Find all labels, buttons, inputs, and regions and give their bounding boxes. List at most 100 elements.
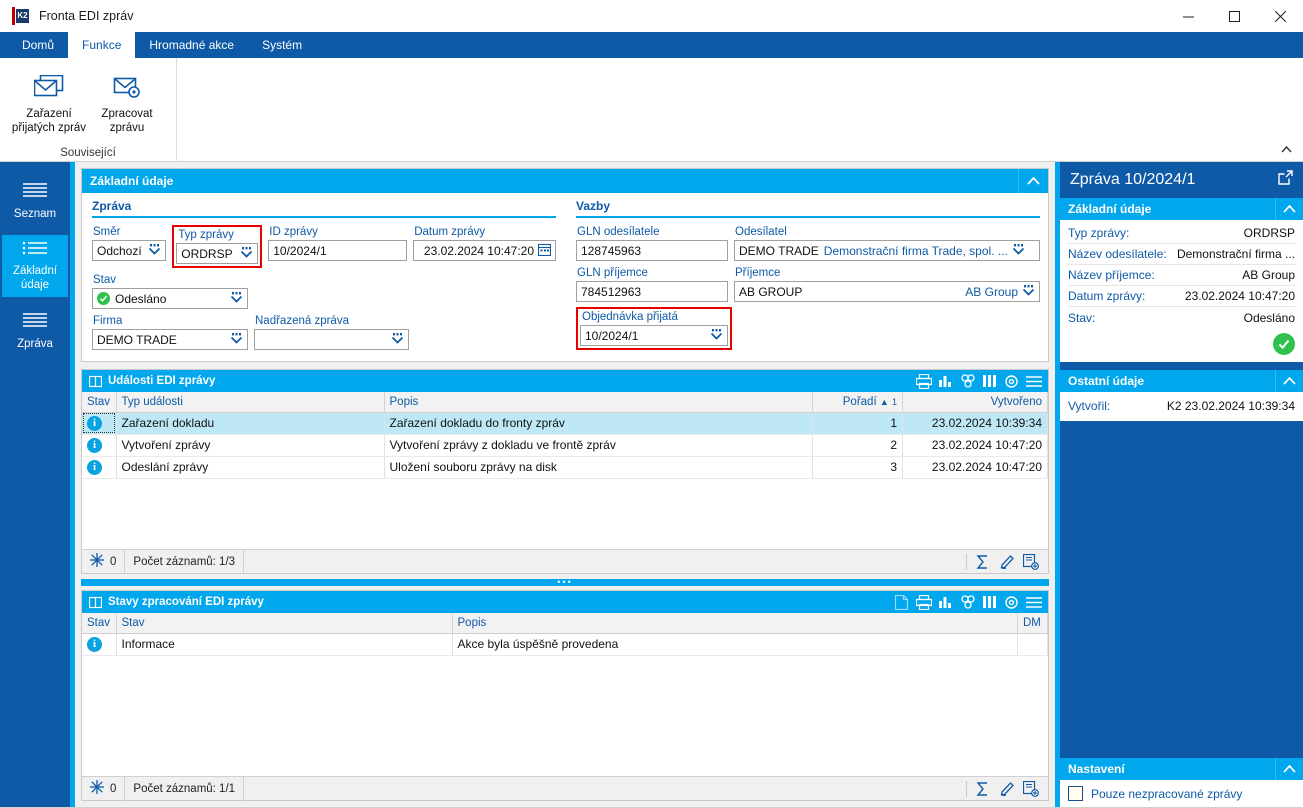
table-row[interactable]: i Zařazení dokladu Zařazení dokladu do f…	[82, 412, 1048, 435]
rp-row-nazev-prijemce: Název příjemce: AB Group	[1068, 265, 1295, 286]
pivot-icon[interactable]	[958, 371, 977, 391]
horizontal-splitter[interactable]: •••	[81, 578, 1049, 587]
chart-icon[interactable]	[936, 371, 955, 391]
pivot-icon[interactable]	[958, 592, 977, 612]
sidebar-item-seznam[interactable]: Seznam	[2, 170, 68, 232]
input-smer[interactable]: Odchozí	[92, 240, 167, 261]
chart-icon[interactable]	[936, 592, 955, 612]
k2-app-icon: K2	[12, 7, 30, 25]
input-gln-odesilatele[interactable]: 128745963	[576, 240, 728, 261]
checkbox-pouze-nezpracovane[interactable]	[1068, 786, 1083, 801]
minimize-button[interactable]	[1165, 0, 1211, 32]
rp-row-nazev-odesilatele: Název odesílatele: Demonstrační firma ..…	[1068, 244, 1295, 265]
chevron-down-icon[interactable]	[148, 243, 161, 258]
filter-cell[interactable]: 0	[82, 776, 126, 801]
new-record-icon[interactable]	[1020, 551, 1042, 573]
rp-value: 23.02.2024 10:47:20	[1184, 289, 1295, 303]
table-row[interactable]: i Odeslání zprávy Uložení souboru zprávy…	[82, 456, 1048, 479]
input-prijemce[interactable]: AB GROUP AB Group	[734, 281, 1040, 302]
chevron-down-icon[interactable]	[710, 328, 723, 343]
col-popis[interactable]: Popis	[452, 613, 1018, 634]
chevron-up-icon[interactable]	[1018, 169, 1048, 193]
sidebar-item-zakladni-udaje[interactable]: Základní údaje	[2, 235, 68, 297]
rp-row-typ-zpravy: Typ zprávy: ORDRSP	[1068, 223, 1295, 244]
close-button[interactable]	[1257, 0, 1303, 32]
edit-pencil-icon[interactable]	[996, 778, 1018, 800]
states-grid-header-row: Stav Stav Popis DM	[82, 613, 1048, 634]
zarazeni-prijatych-zprav-button[interactable]: Zařazení přijatých zpráv	[10, 63, 88, 144]
hamburger-menu-icon[interactable]	[1024, 371, 1043, 391]
section-zprava-title: Zpráva	[92, 199, 132, 213]
calendar-icon[interactable]	[537, 243, 552, 259]
col-stav[interactable]: Stav	[116, 613, 453, 634]
row-stav: Informace	[116, 633, 453, 656]
input-gln-prijemce[interactable]: 784512963	[576, 281, 728, 302]
chevron-down-icon[interactable]	[1022, 284, 1035, 299]
basic-data-card-header: Základní údaje	[82, 169, 1048, 193]
input-nadrazena-zprava[interactable]	[254, 329, 409, 350]
value-gln-prijemce: 784512963	[581, 284, 642, 299]
input-stav[interactable]: Odesláno	[92, 288, 248, 309]
record-count-cell: Počet záznamů: 1/3	[125, 549, 245, 574]
chevron-down-icon[interactable]	[230, 332, 243, 347]
sum-sigma-icon[interactable]	[972, 551, 994, 573]
ribbon-tab-domu[interactable]: Domů	[8, 32, 68, 58]
chevron-down-icon[interactable]	[230, 291, 243, 306]
col-popis[interactable]: Popis	[384, 392, 813, 413]
document-icon[interactable]	[892, 592, 911, 612]
print-icon[interactable]	[914, 592, 933, 612]
value-firma: DEMO TRADE	[97, 332, 177, 347]
zpracovat-zpravu-button[interactable]: Zpracovat zprávu	[88, 63, 166, 144]
input-id-zpravy[interactable]: 10/2024/1	[268, 240, 408, 261]
col-stav-icon[interactable]: Stav	[82, 613, 117, 634]
popout-icon[interactable]	[1278, 170, 1293, 190]
chevron-down-icon[interactable]	[1012, 243, 1025, 258]
settings-gear-icon[interactable]	[1002, 371, 1021, 391]
info-icon: i	[87, 460, 102, 475]
maximize-button[interactable]	[1211, 0, 1257, 32]
chevron-down-icon[interactable]	[391, 332, 404, 347]
filter-cell[interactable]: 0	[82, 549, 126, 574]
col-poradi[interactable]: Pořadí ▲ 1	[812, 392, 903, 413]
rp-section-header: Ostatní údaje	[1060, 370, 1303, 392]
chevron-down-icon[interactable]	[240, 246, 253, 261]
sidebar-item-zprava[interactable]: Zpráva	[2, 300, 68, 362]
input-typ-zpravy[interactable]: ORDRSP	[176, 243, 259, 264]
new-record-icon[interactable]	[1020, 778, 1042, 800]
sum-sigma-icon[interactable]	[972, 778, 994, 800]
events-table-title: Události EDI zprávy	[108, 375, 216, 387]
input-datum-zpravy[interactable]: 23.02.2024 10:47:20	[413, 240, 556, 261]
main-content-row: Seznam Základní údaje Zpráva Základní úd…	[0, 162, 1303, 807]
edit-pencil-icon[interactable]	[996, 551, 1018, 573]
input-odesilatel[interactable]: DEMO TRADE Demonstrační firma Trade, spo…	[734, 240, 1040, 261]
label-gln-odesilatele: GLN odesílatele	[577, 226, 660, 238]
rp-key: Stav:	[1068, 310, 1096, 325]
input-firma[interactable]: DEMO TRADE	[92, 329, 248, 350]
col-dm[interactable]: DM	[1017, 613, 1048, 634]
ribbon-collapse-button[interactable]	[1277, 141, 1295, 157]
chevron-up-icon[interactable]	[1275, 198, 1303, 220]
col-stav[interactable]: Stav	[82, 392, 117, 413]
columns-icon[interactable]	[980, 371, 999, 391]
col-typ-udalosti[interactable]: Typ události	[116, 392, 385, 413]
label-odesilatel: Odesílatel	[735, 226, 787, 238]
chevron-up-icon[interactable]	[1275, 370, 1303, 392]
settings-gear-icon[interactable]	[1002, 592, 1021, 612]
basic-data-card-title: Základní údaje	[90, 174, 174, 188]
green-check-icon	[97, 292, 110, 305]
print-icon[interactable]	[914, 371, 933, 391]
chevron-up-icon[interactable]	[1275, 758, 1303, 780]
input-objednavka-prijata[interactable]: 10/2024/1	[580, 325, 728, 346]
ribbon-tab-funkce[interactable]: Funkce	[68, 32, 136, 58]
ribbon-tab-hromadne-akce[interactable]: Hromadné akce	[135, 32, 248, 58]
field-id-zpravy: ID zprávy 10/2024/1	[268, 225, 408, 268]
hamburger-menu-icon[interactable]	[1024, 592, 1043, 612]
table-row[interactable]: i Vytvoření zprávy Vytvoření zprávy z do…	[82, 434, 1048, 457]
col-vytvoreno[interactable]: Vytvořeno	[902, 392, 1048, 413]
columns-icon[interactable]	[980, 592, 999, 612]
table-row[interactable]: i Informace Akce byla úspěšně provedena	[82, 633, 1048, 656]
filter-snowflake-icon	[90, 780, 104, 797]
ribbon-tab-system[interactable]: Systém	[248, 32, 316, 58]
row-vytvoreno: 23.02.2024 10:39:34	[902, 412, 1048, 435]
section-divider	[92, 216, 556, 218]
